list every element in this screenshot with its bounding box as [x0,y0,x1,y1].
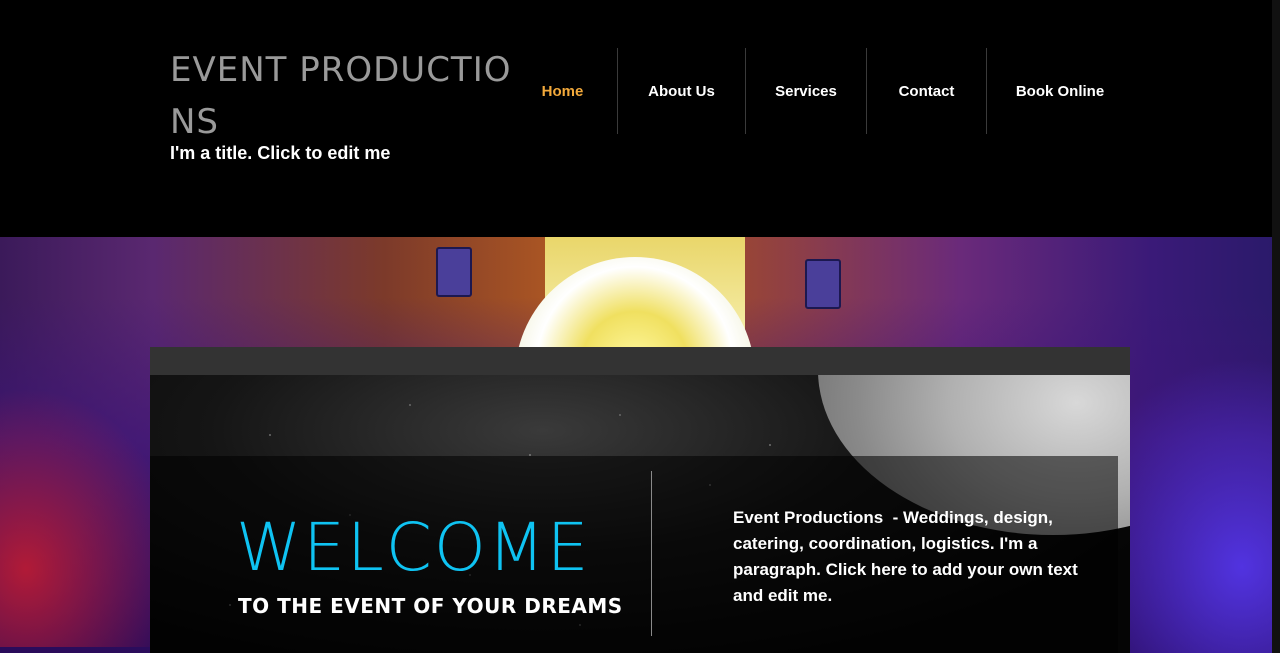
site-subtitle[interactable]: I'm a title. Click to edit me [170,143,390,164]
nav-item-home[interactable]: Home [508,48,618,134]
intro-paragraph[interactable]: Event Productions - Weddings, design, ca… [733,505,1088,609]
welcome-heading[interactable]: WELCOME [236,508,590,588]
speaker-left [436,247,472,297]
speaker-right [805,259,841,309]
welcome-tagline[interactable]: TO THE EVENT OF YOUR DREAMS [238,594,623,618]
nav-item-book-online[interactable]: Book Online [987,48,1133,134]
vertical-divider [651,471,652,636]
site-title[interactable]: EVENT PRODUCTIONS [170,44,530,148]
site-header: EVENT PRODUCTIONS I'm a title. Click to … [0,0,1280,237]
main-nav: Home About Us Services Contact Book Onli… [508,48,1133,134]
page-scrollbar[interactable] [1272,0,1280,653]
nav-item-contact[interactable]: Contact [867,48,987,134]
strip-top-bar [150,347,1130,375]
nav-item-about-us[interactable]: About Us [618,48,746,134]
nav-item-services[interactable]: Services [746,48,867,134]
